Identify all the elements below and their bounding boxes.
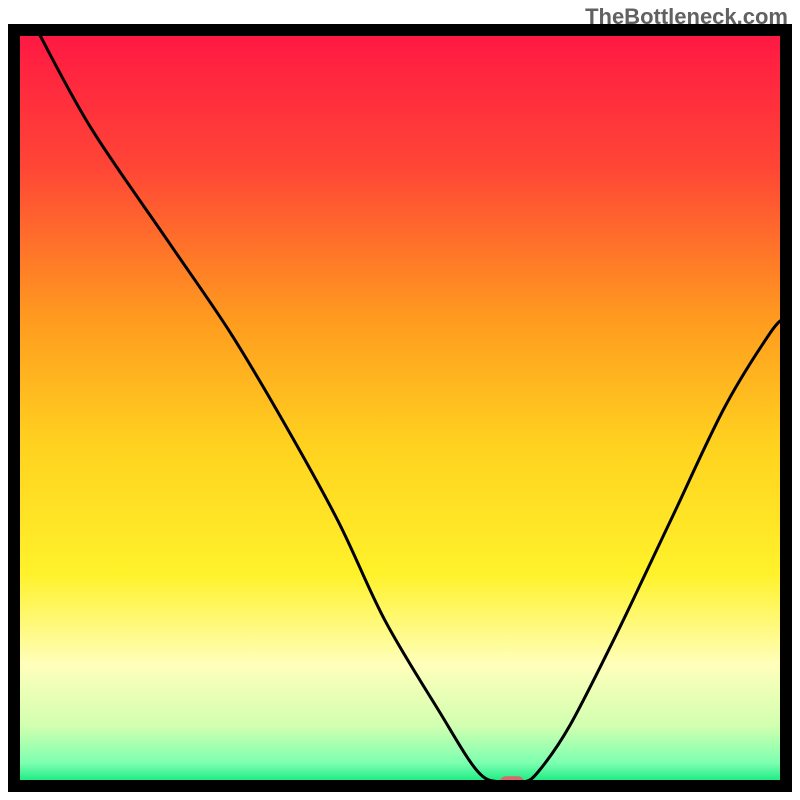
chart-svg <box>0 0 800 800</box>
watermark-text: TheBottleneck.com <box>585 4 788 30</box>
plot-background <box>14 30 786 786</box>
bottleneck-chart: TheBottleneck.com <box>0 0 800 800</box>
